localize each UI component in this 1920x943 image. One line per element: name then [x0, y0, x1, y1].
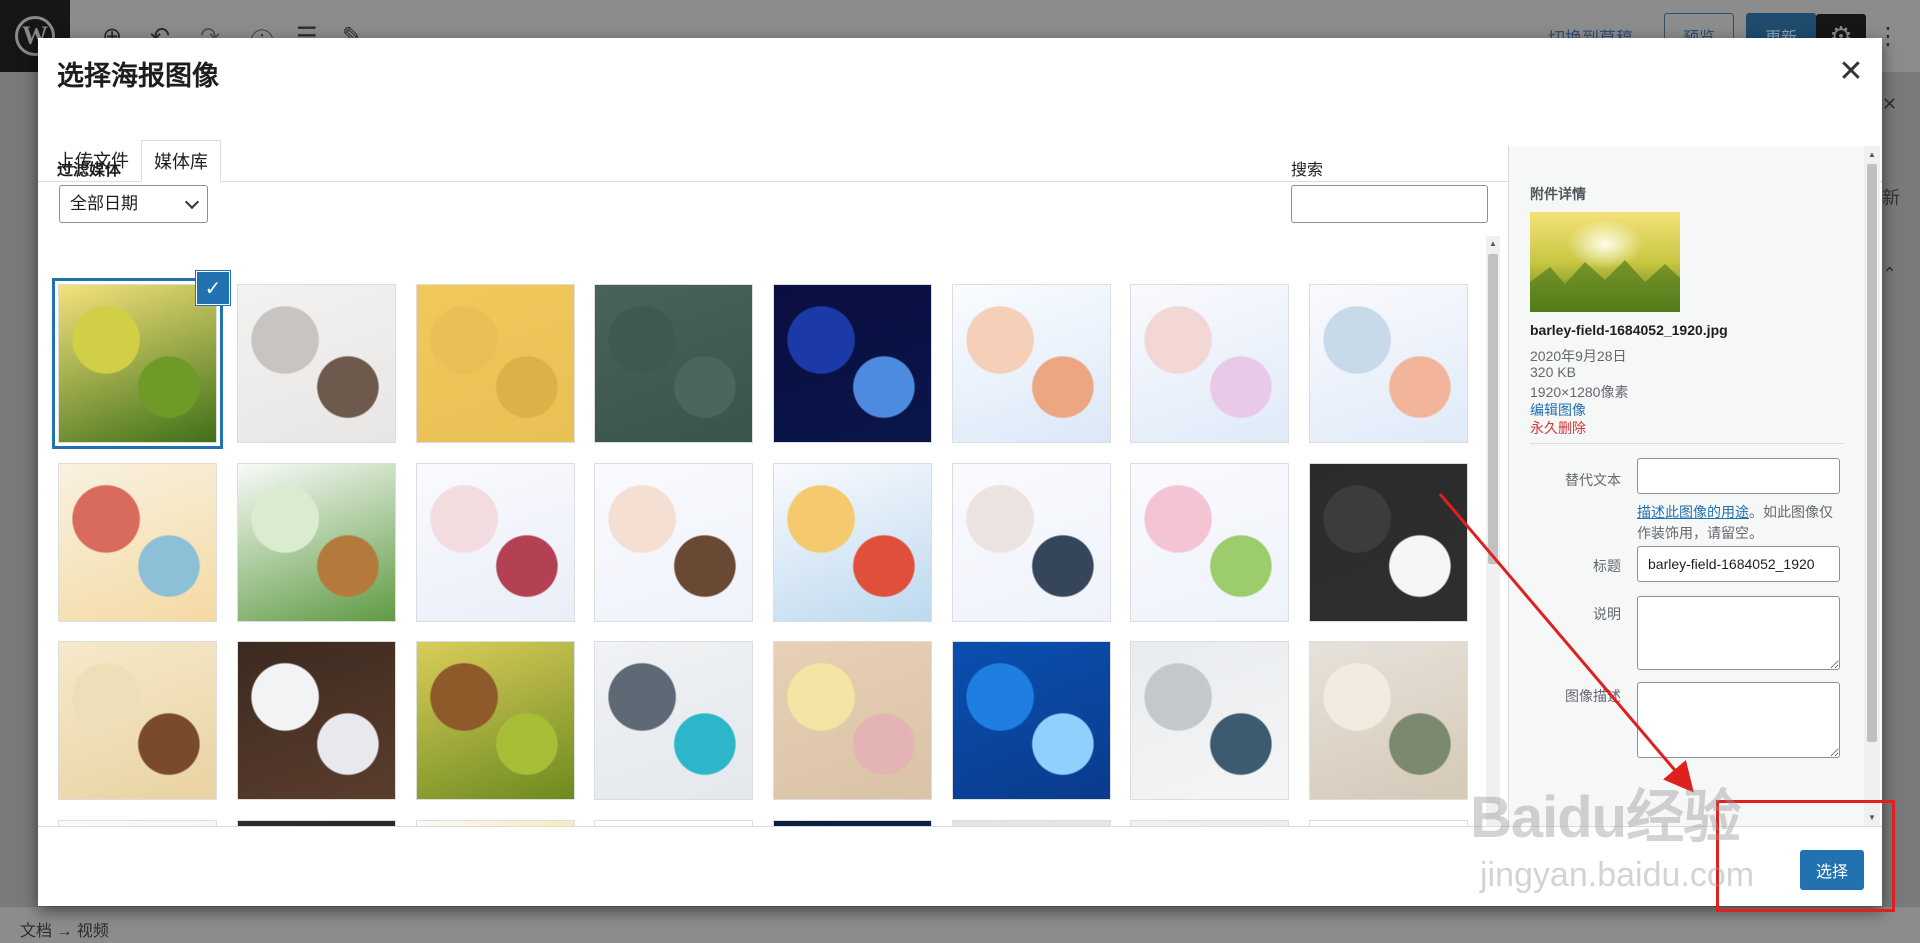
- watermark-url: jingyan.baidu.com: [1480, 856, 1755, 894]
- watermark-logo: Baidu经验: [1470, 785, 1741, 850]
